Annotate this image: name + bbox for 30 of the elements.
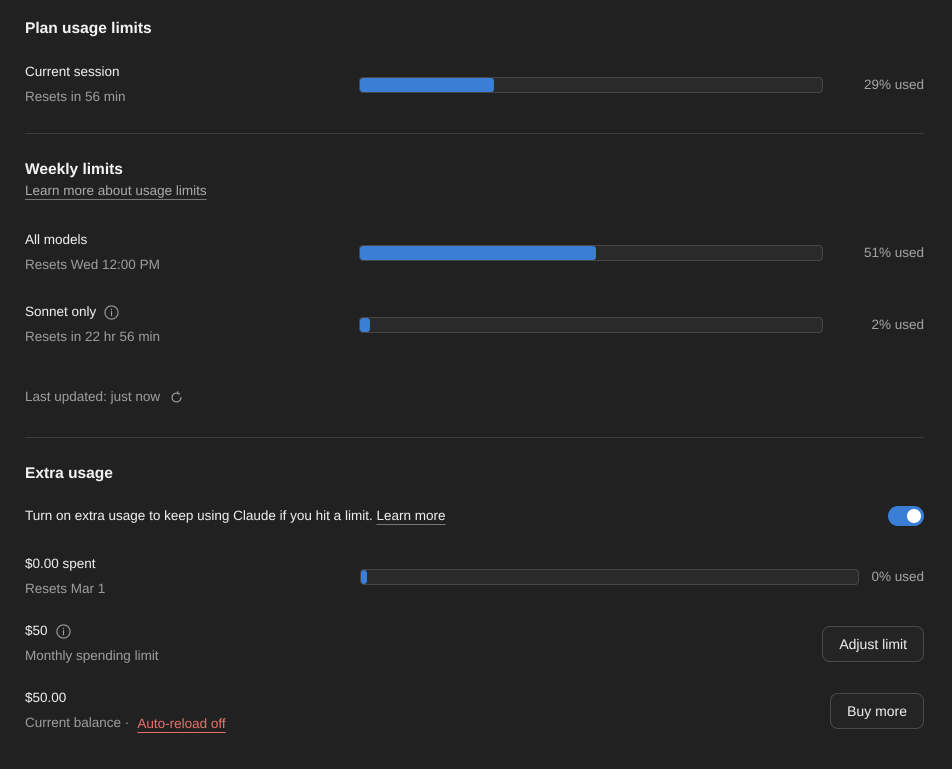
- meter-label: All models: [25, 231, 88, 249]
- usage-reading: 29% used: [862, 77, 924, 92]
- reset-time: Resets in 56 min: [25, 88, 127, 106]
- extra-usage-toggle[interactable]: [888, 506, 924, 526]
- usage-reading: 0% used: [871, 569, 924, 584]
- section-title: Plan usage limits: [25, 19, 153, 39]
- balance-amount: $50.00: [25, 689, 66, 707]
- limit-amount: $50: [25, 622, 48, 640]
- learn-more-link[interactable]: Learn more: [376, 508, 446, 523]
- reset-time: Resets Mar 1: [25, 580, 106, 598]
- meter-label: Current session: [25, 63, 120, 81]
- meter-label: $0.00 spent: [25, 555, 96, 573]
- section-title: Weekly limits: [25, 160, 124, 180]
- usage-reading: 51% used: [862, 245, 924, 260]
- reset-time: Resets in 22 hr 56 min: [25, 328, 162, 346]
- reset-time: Resets Wed 12:00 PM: [25, 256, 161, 274]
- refresh-icon[interactable]: [170, 390, 184, 404]
- buy-more-button[interactable]: Buy more: [830, 692, 924, 728]
- limit-caption: Monthly spending limit: [25, 647, 159, 665]
- extra-usage-description: Turn on extra usage to keep using Claude if you hit a limit. Learn more: [25, 507, 446, 525]
- usage-reading: 2% used: [870, 317, 924, 332]
- auto-reload-link[interactable]: Auto-reload off: [137, 716, 226, 730]
- adjust-limit-button[interactable]: Adjust limit: [822, 626, 924, 662]
- section-title: Extra usage: [25, 464, 114, 484]
- meter-label: Sonnet only: [25, 303, 96, 321]
- balance-caption: Current balance ·: [25, 714, 130, 732]
- last-updated: Last updated: just now: [25, 388, 160, 406]
- learn-more-link[interactable]: Learn more about usage limits: [25, 183, 207, 198]
- info-icon[interactable]: [56, 624, 71, 638]
- info-icon[interactable]: [104, 304, 120, 320]
